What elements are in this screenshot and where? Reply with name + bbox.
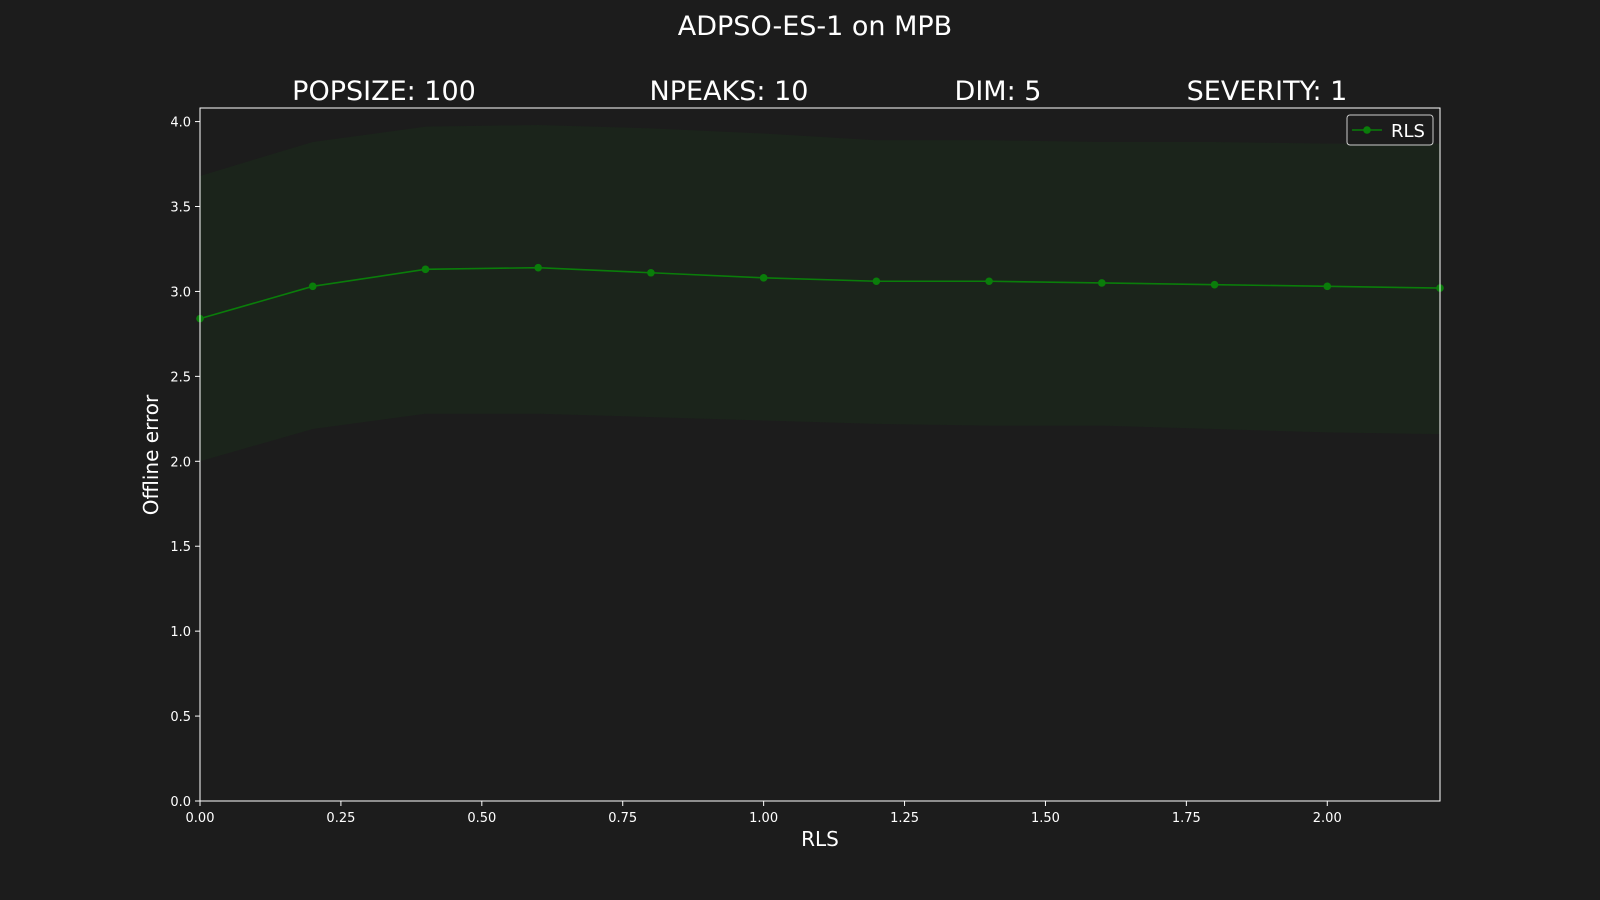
x-tick-label: 2.00 — [1313, 811, 1342, 826]
y-tick-label: 1.0 — [170, 625, 191, 640]
x-tick-label: 0.75 — [608, 811, 637, 826]
subtitle-severity: SEVERITY: 1 — [1187, 76, 1348, 107]
plot-area — [196, 124, 1444, 462]
data-point — [421, 265, 430, 274]
y-tick-label: 4.0 — [170, 116, 191, 131]
data-point — [985, 277, 993, 286]
subtitle-popsize: POPSIZE: 100 — [292, 76, 476, 107]
x-tick-label: 1.50 — [1031, 811, 1060, 826]
confidence-band — [200, 124, 1440, 462]
y-tick-label: 0.0 — [170, 795, 191, 810]
legend-label: RLS — [1391, 121, 1425, 142]
y-tick-label: 1.5 — [170, 540, 191, 555]
y-tick-label: 2.0 — [170, 455, 191, 470]
legend-marker — [1363, 126, 1371, 134]
x-tick-label: 0.50 — [467, 811, 496, 826]
data-point — [759, 274, 768, 282]
data-point — [308, 282, 317, 291]
y-tick-label: 3.0 — [170, 285, 191, 300]
x-tick-label: 1.75 — [1172, 811, 1201, 826]
x-tick-label: 1.25 — [890, 811, 919, 826]
data-point — [1098, 279, 1106, 287]
y-tick-label: 3.5 — [170, 201, 191, 216]
data-point — [1210, 280, 1219, 289]
y-tick-label: 0.5 — [170, 710, 191, 725]
chart: ADPSO-ES-1 on MPB POPSIZE: 100 NPEAKS: 1… — [0, 0, 1600, 900]
data-point — [534, 263, 542, 272]
x-axis-label: RLS — [801, 827, 839, 851]
subtitle-npeaks: NPEAKS: 10 — [650, 76, 809, 107]
x-tick-label: 0.00 — [186, 811, 215, 826]
x-tick-label: 1.00 — [749, 811, 778, 826]
data-point — [647, 268, 655, 277]
y-tick-label: 2.5 — [170, 370, 191, 385]
x-tick-label: 0.25 — [326, 811, 355, 826]
legend: RLS — [1346, 114, 1434, 146]
chart-title: ADPSO-ES-1 on MPB — [678, 11, 952, 42]
subtitle-dim: DIM: 5 — [955, 76, 1042, 107]
data-point — [1323, 282, 1332, 291]
data-point — [872, 277, 881, 286]
y-axis-label: Offline error — [139, 394, 163, 515]
